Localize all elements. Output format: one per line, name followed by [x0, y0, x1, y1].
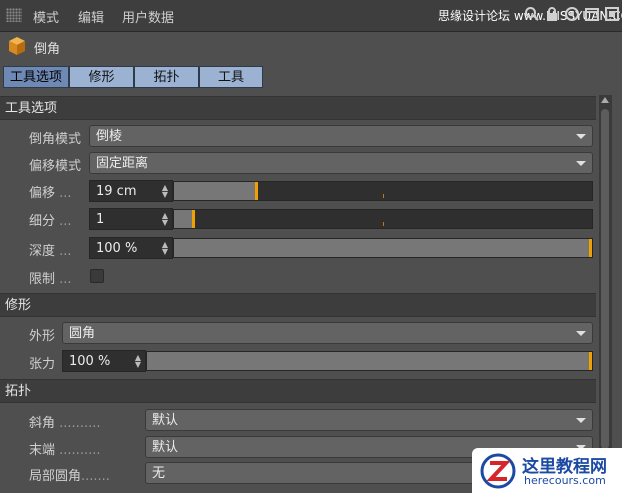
dots: .......	[81, 469, 110, 484]
limit-label: 限制 ...	[29, 272, 72, 287]
offset-slider[interactable]	[173, 181, 593, 201]
new-window-icon[interactable]	[584, 6, 600, 22]
dots: ...	[59, 186, 72, 201]
subdivision-slider[interactable]	[173, 209, 593, 229]
spinner-icon[interactable]: ▲ ▼	[162, 184, 168, 199]
mitering-label: 斜角 ..........	[29, 416, 101, 431]
tab-tool[interactable]: 工具	[199, 66, 263, 88]
dots: ..........	[59, 416, 101, 431]
site-logo: 这里教程网 herecours.com	[472, 448, 622, 493]
scroll-thumb[interactable]	[601, 109, 609, 449]
slider-tick	[383, 194, 384, 198]
ending-label: 末端 ..........	[29, 443, 101, 458]
offset-slider-handle[interactable]	[254, 182, 258, 200]
dots: ..........	[59, 443, 101, 458]
scroll-up-icon[interactable]	[601, 97, 609, 103]
shape-dropdown[interactable]: 圆角	[62, 322, 593, 344]
dots: ...	[59, 272, 72, 287]
target-icon[interactable]	[564, 6, 580, 22]
offset-mode-dropdown[interactable]: 固定距离	[89, 152, 593, 174]
tab-topology[interactable]: 拓扑	[134, 66, 199, 88]
offset-input[interactable]: 19 cm ▲ ▼	[89, 180, 173, 202]
offset-mode-value: 固定距离	[96, 156, 149, 171]
logo-z-icon	[480, 453, 516, 489]
tension-slider[interactable]	[146, 351, 593, 371]
mitering-value: 默认	[152, 413, 179, 428]
menu-user-data[interactable]: 用户数据	[122, 7, 174, 26]
mitering-dropdown[interactable]: 默认	[145, 409, 593, 431]
ending-value: 默认	[152, 440, 179, 455]
spinner-icon[interactable]: ▲ ▼	[135, 354, 141, 369]
logo-url: herecours.com	[524, 474, 606, 487]
section-shaping[interactable]: 修形	[0, 293, 596, 317]
subdivision-input[interactable]: 1 ▲ ▼	[89, 208, 173, 230]
slider-tick	[383, 222, 384, 226]
tension-slider-fill	[147, 352, 592, 370]
menu-edit[interactable]: 编辑	[78, 7, 104, 26]
object-title-bar	[0, 32, 622, 62]
bevel-mode-value: 倒棱	[96, 129, 123, 144]
subdivision-label: 细分 ...	[29, 214, 72, 229]
offset-mode-label: 偏移模式	[29, 159, 82, 174]
tension-input[interactable]: 100 % ▲ ▼	[62, 350, 146, 372]
vertical-scrollbar[interactable]	[599, 95, 612, 493]
menu-bar: 模式 编辑 用户数据 思缘设计论坛 www.MISSYUAN.COM	[0, 0, 622, 32]
subdivision-value: 1	[96, 212, 105, 227]
lock-icon[interactable]	[544, 6, 560, 22]
subdivision-slider-handle[interactable]	[191, 210, 195, 228]
chevron-down-icon	[576, 161, 586, 166]
expand-icon[interactable]	[604, 6, 620, 22]
depth-slider[interactable]	[173, 238, 593, 258]
shape-value: 圆角	[69, 326, 96, 341]
offset-slider-fill	[174, 182, 258, 200]
menu-mode[interactable]: 模式	[33, 7, 59, 26]
tension-label: 张力	[29, 357, 56, 372]
shape-label: 外形	[29, 329, 56, 344]
depth-value: 100 %	[96, 241, 138, 256]
dots: ...	[59, 214, 72, 229]
tab-shaping[interactable]: 修形	[69, 66, 134, 88]
spinner-icon[interactable]: ▲ ▼	[162, 212, 168, 227]
depth-label: 深度 ...	[29, 244, 72, 259]
grip-icon[interactable]	[6, 8, 22, 22]
page-title: 倒角	[34, 42, 61, 57]
chevron-down-icon	[576, 134, 586, 139]
tension-slider-handle[interactable]	[589, 352, 592, 370]
partial-rounding-value: 无	[152, 466, 166, 481]
offset-value: 19 cm	[96, 184, 137, 199]
section-topology[interactable]: 拓扑	[0, 379, 596, 403]
depth-slider-fill	[174, 239, 592, 257]
tab-tool-options[interactable]: 工具选项	[3, 66, 69, 88]
chevron-down-icon	[576, 418, 586, 423]
depth-slider-handle[interactable]	[589, 239, 592, 257]
search-icon[interactable]	[524, 6, 540, 22]
section-tool-options[interactable]: 工具选项	[0, 96, 596, 120]
bevel-tool-icon	[9, 37, 25, 55]
bevel-mode-dropdown[interactable]: 倒棱	[89, 125, 593, 147]
spinner-icon[interactable]: ▲ ▼	[162, 241, 168, 256]
limit-checkbox[interactable]	[90, 269, 104, 283]
tension-value: 100 %	[69, 354, 111, 369]
partial-rounding-label: 局部圆角.......	[29, 469, 110, 484]
dots: ...	[59, 244, 72, 259]
chevron-down-icon	[576, 331, 586, 336]
bevel-mode-label: 倒角模式	[29, 132, 82, 147]
depth-input[interactable]: 100 % ▲ ▼	[89, 237, 173, 259]
offset-label: 偏移 ...	[29, 186, 72, 201]
